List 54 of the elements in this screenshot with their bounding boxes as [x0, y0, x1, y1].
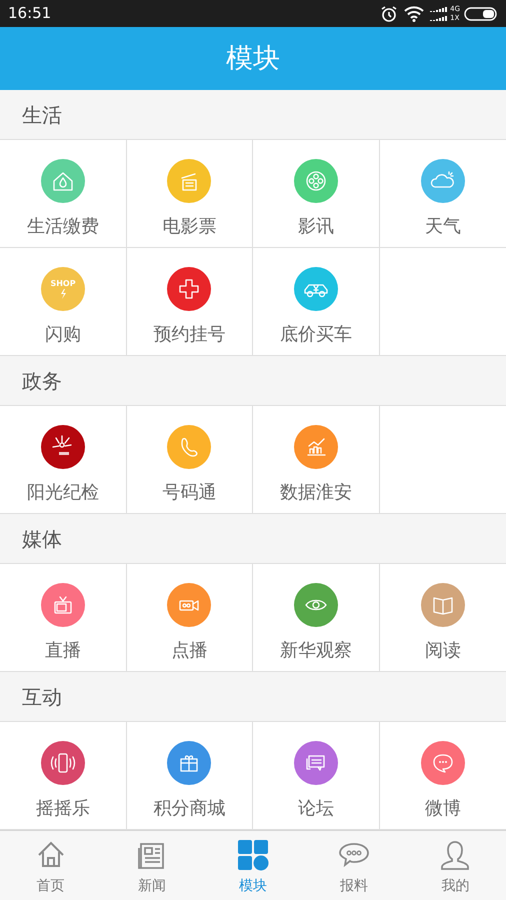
section-title: 媒体: [22, 526, 62, 553]
wifi-icon: [404, 6, 424, 22]
module-tile[interactable]: 天气: [380, 140, 506, 248]
module-label: 阳光纪检: [26, 481, 99, 506]
module-tile[interactable]: 预约挂号: [126, 248, 253, 356]
nav-tab[interactable]: 报料: [304, 831, 405, 900]
section-title: 政务: [22, 368, 62, 395]
module-label: 天气: [424, 215, 461, 240]
page-title: 模块: [226, 42, 280, 76]
person-icon: [439, 839, 472, 872]
module-tile[interactable]: 点播: [126, 564, 253, 672]
module-label: 号码通: [162, 481, 216, 506]
module-label: 影讯: [298, 215, 334, 240]
section-title: 生活: [22, 102, 62, 129]
module-label: 微博: [424, 797, 461, 822]
module-label: 摇摇乐: [36, 797, 90, 822]
module-tile[interactable]: 阅读: [380, 564, 506, 672]
module-tile[interactable]: 新华观察: [253, 564, 380, 672]
module-label: 论坛: [298, 797, 334, 822]
module-tile[interactable]: 影讯: [253, 140, 380, 248]
module-label: 阅读: [424, 639, 461, 664]
module-tile[interactable]: 号码通: [126, 406, 253, 514]
module-tile[interactable]: 微博: [380, 722, 506, 830]
status-time: 16:51: [8, 3, 52, 24]
module-label: 积分商城: [153, 797, 226, 822]
module-tile[interactable]: 论坛: [253, 722, 380, 830]
signal-icon: [430, 4, 448, 23]
module-label: 新华观察: [280, 639, 352, 664]
nav-tab[interactable]: 我的: [404, 831, 506, 900]
module-label: 底价买车: [280, 323, 352, 348]
module-label: 直播: [44, 639, 81, 664]
module-tile[interactable]: 摇摇乐: [0, 722, 126, 830]
battery-icon: [464, 6, 498, 21]
module-tile[interactable]: 生活缴费: [0, 140, 126, 248]
module-label: 数据淮安: [280, 481, 352, 506]
module-label: 电影票: [162, 215, 216, 240]
nav-tab[interactable]: 模块: [202, 831, 304, 900]
alarm-icon: [380, 4, 398, 23]
section-title: 互动: [22, 684, 62, 711]
shop-icon: SHOP: [40, 267, 85, 312]
module-label: 闪购: [44, 323, 81, 348]
module-tile[interactable]: 积分商城: [126, 722, 253, 830]
module-label: 生活缴费: [26, 215, 99, 240]
module-label: 点播: [171, 639, 208, 664]
grid-icon: [237, 839, 269, 872]
module-tile[interactable]: SHOP 闪购: [0, 248, 126, 356]
module-tile[interactable]: 阳光纪检: [0, 406, 126, 514]
nav-tab[interactable]: 新闻: [101, 831, 202, 900]
module-tile[interactable]: 数据淮安: [253, 406, 380, 514]
module-tile[interactable]: 底价买车: [253, 248, 380, 356]
nav-tab[interactable]: 首页: [0, 831, 102, 900]
module-tile[interactable]: 直播: [0, 564, 126, 672]
module-label: 预约挂号: [153, 323, 226, 348]
module-tile[interactable]: 电影票: [126, 140, 253, 248]
